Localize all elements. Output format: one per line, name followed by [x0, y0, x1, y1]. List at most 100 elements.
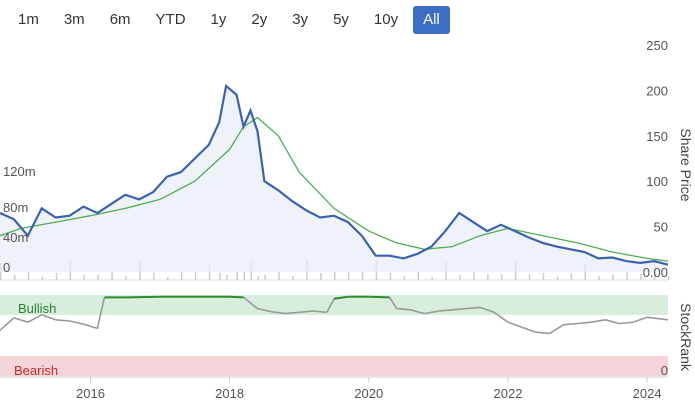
stockrank-segment [271, 310, 286, 315]
stockrank-segment [493, 311, 509, 323]
stockrank-segment [521, 326, 537, 333]
volume-bar [69, 259, 72, 280]
volume-bar [264, 275, 266, 280]
x-tick-label: 2024 [633, 386, 662, 401]
stockrank-segment [438, 308, 460, 312]
stockrank-segment [549, 324, 565, 335]
price-tick-label: 150 [646, 129, 668, 144]
stockrank-segment [459, 306, 481, 310]
stockrank-segment [55, 319, 70, 322]
range-button-2y[interactable]: 2y [241, 6, 277, 34]
volume-legend-label[interactable]: Volume [121, 60, 168, 76]
stockrank-segment [125, 295, 161, 299]
volume-bar [584, 264, 586, 280]
volume-bar [528, 274, 531, 280]
stockrank-segment [243, 296, 258, 310]
volume-tick-label: 120m [3, 164, 36, 179]
volume-bar [41, 277, 44, 280]
x-tick-label: 2022 [494, 386, 523, 401]
volume-bar [375, 261, 378, 280]
stockrank-segment [389, 296, 398, 310]
range-button-all[interactable]: All [413, 6, 450, 34]
volume-tick-label: 0 [3, 260, 10, 275]
stockrank-bottom-tick: 0 [661, 363, 668, 378]
price-axis-ticks: 250 200 150 100 50 0.00 [643, 38, 668, 280]
stockrank-segment [619, 321, 634, 325]
range-button-1y[interactable]: 1y [201, 6, 237, 34]
stockrank-segment [27, 314, 43, 323]
stockrank-segment [507, 321, 523, 328]
volume-bar [306, 260, 308, 280]
volume-bar [125, 276, 127, 280]
volume-bar [180, 272, 183, 280]
volume-bar [389, 273, 392, 280]
volume-bar [153, 273, 155, 280]
volume-bar [97, 275, 99, 280]
price-tick-label: 0.00 [643, 265, 668, 280]
volume-bar [473, 271, 475, 280]
volume-bar [167, 277, 169, 280]
volume-bar [236, 271, 239, 280]
volume-bar [431, 277, 433, 280]
stockrank-segment [285, 311, 300, 315]
volume-bar [361, 272, 364, 280]
range-button-10y[interactable]: 10y [364, 6, 408, 34]
volume-bar [598, 276, 600, 280]
volume-bar [194, 271, 197, 280]
stockrank-segment [577, 321, 592, 325]
price-tick-label: 250 [646, 38, 668, 53]
stockrank-segment [257, 307, 272, 313]
volume-bar [334, 271, 336, 280]
volume-legend-swatch [108, 64, 116, 72]
sma-legend-swatch [8, 67, 24, 69]
volume-bar [403, 276, 406, 280]
range-button-ytd[interactable]: YTD [146, 6, 196, 34]
range-selector: 1m 3m 6m YTD 1y 2y 3y 5y 10y All [8, 6, 455, 36]
volume-bar [556, 277, 559, 280]
x-tick-label: 2018 [215, 386, 244, 401]
price-tick-label: 50 [654, 220, 668, 235]
volume-bar [570, 273, 573, 280]
stockrank-segment [333, 295, 349, 300]
x-tick-label: 2016 [76, 386, 105, 401]
chart-legend: SMA (200) Volume [8, 60, 168, 76]
volume-bar [626, 272, 628, 280]
volume-bar [654, 260, 656, 280]
range-button-1m[interactable]: 1m [8, 6, 49, 34]
stockrank-segment [69, 320, 84, 325]
volume-bar [139, 262, 141, 280]
price-area-fill [0, 85, 668, 273]
volume-bar [13, 275, 16, 280]
stockrank-axis-title: StockRank [678, 303, 694, 372]
volume-bar [278, 271, 280, 280]
volume-bar [0, 263, 2, 280]
price-tick-label: 200 [646, 83, 668, 98]
stockrank-segment [326, 298, 335, 313]
volume-tick-label: 80m [3, 200, 28, 215]
volume-bar [514, 262, 517, 280]
range-button-5y[interactable]: 5y [323, 6, 359, 34]
range-button-6m[interactable]: 6m [100, 6, 141, 34]
x-axis-ticks: 2016 2018 2020 2022 2024 [76, 377, 662, 401]
volume-axis-ticks: 120m 80m 40m 0 [3, 164, 36, 275]
stockrank-segment [535, 331, 550, 335]
range-button-3m[interactable]: 3m [54, 6, 95, 34]
stockrank-segment [563, 322, 578, 326]
volume-bar [83, 275, 85, 280]
volume-bar [250, 262, 252, 280]
bullish-band [0, 295, 668, 315]
volume-bar [320, 273, 322, 280]
volume-bar [445, 262, 447, 280]
stockrank-segment [299, 310, 314, 314]
price-tick-label: 100 [646, 174, 668, 189]
stockrank-segment [632, 316, 648, 323]
stockrank-segment [591, 319, 606, 323]
volume-bar [501, 274, 503, 280]
range-button-3y[interactable]: 3y [282, 6, 318, 34]
sma-legend-label[interactable]: SMA (200) [30, 60, 96, 76]
stockrank-segment [479, 306, 495, 314]
sma-line [0, 116, 669, 262]
volume-bar [226, 275, 228, 280]
volume-bar [612, 275, 614, 280]
stockrank-line [0, 295, 669, 335]
